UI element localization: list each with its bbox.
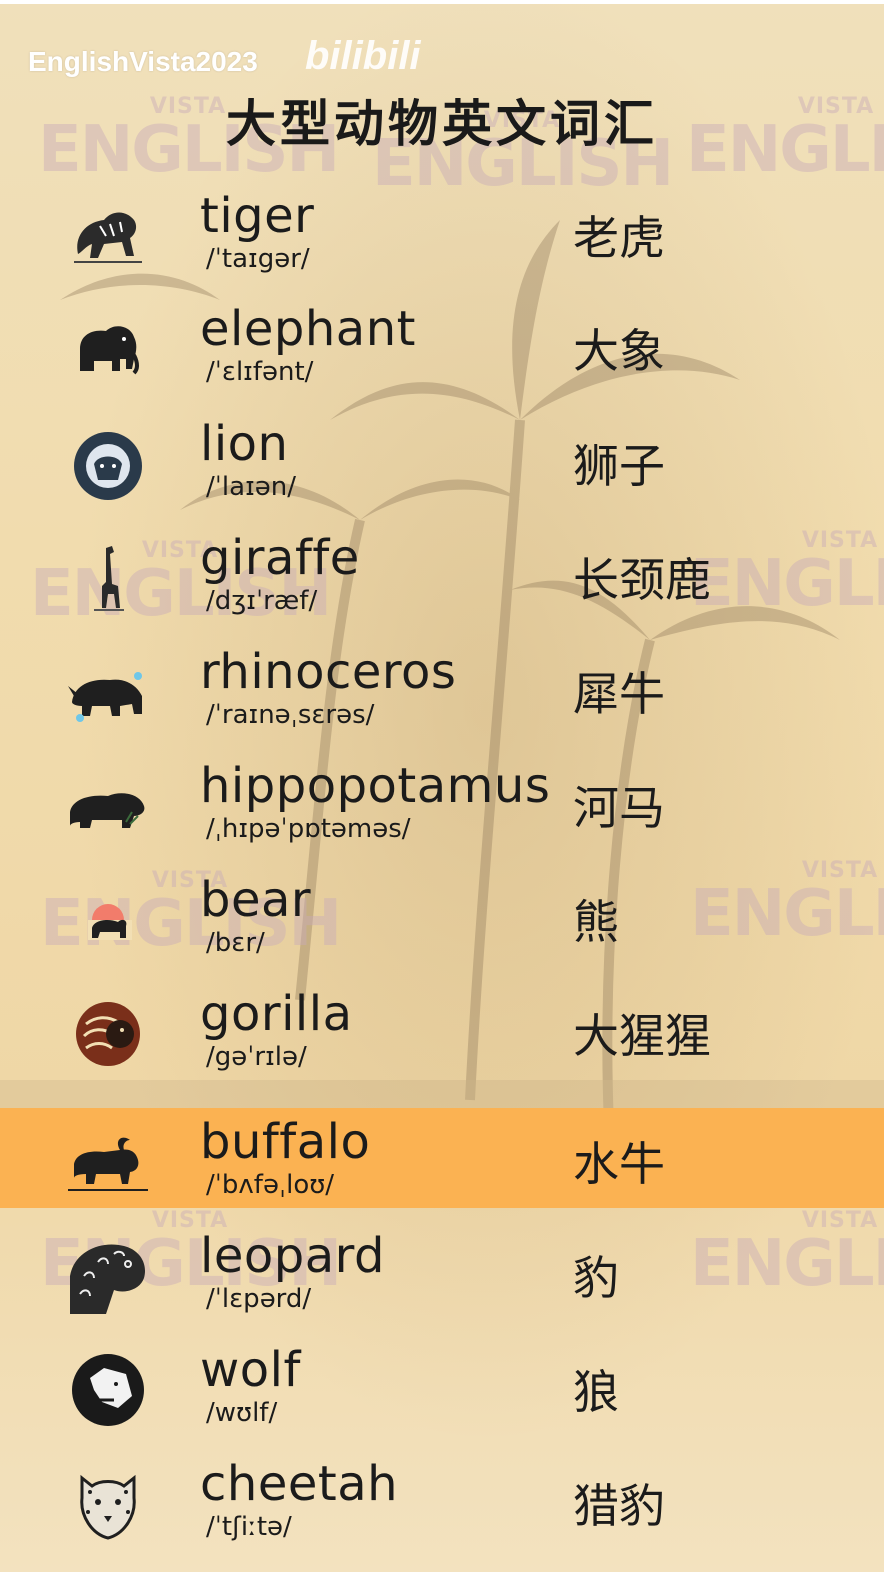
lion-icon (64, 424, 152, 504)
english-word: cheetah (200, 1456, 399, 1512)
gorilla-icon (64, 994, 152, 1074)
phonetic-transcription: /wʊlf/ (206, 1398, 278, 1428)
vocab-row-elephant[interactable]: elephant/ˈɛlɪfənt/大象 (0, 295, 884, 395)
hippopotamus-icon (64, 766, 152, 846)
english-word: bear (200, 872, 312, 928)
english-word: elephant (200, 301, 416, 357)
vocab-row-rhinoceros[interactable]: rhinoceros/ˈraɪnəˌsɛrəs/犀牛 (0, 638, 884, 738)
phonetic-transcription: /gəˈrɪlə/ (206, 1042, 307, 1072)
phonetic-transcription: /ˈbʌfəˌloʊ/ (206, 1170, 335, 1200)
chinese-translation: 猎豹 (573, 1479, 665, 1533)
chinese-translation: 水牛 (573, 1137, 665, 1191)
buffalo-icon (64, 1122, 152, 1202)
vocab-row-cheetah[interactable]: cheetah/ˈtʃiːtə/猎豹 (0, 1450, 884, 1550)
vocab-row-buffalo[interactable]: buffalo/ˈbʌfəˌloʊ/水牛 (0, 1108, 884, 1208)
phonetic-transcription: /bɛr/ (206, 928, 265, 958)
chinese-translation: 老虎 (573, 211, 665, 265)
chinese-translation: 豹 (573, 1251, 619, 1305)
leopard-icon (64, 1236, 152, 1316)
vocab-row-giraffe[interactable]: giraffe/dʒɪˈræf/长颈鹿 (0, 524, 884, 624)
vocab-row-wolf[interactable]: wolf/wʊlf/狼 (0, 1336, 884, 1436)
english-word: giraffe (200, 530, 360, 586)
english-word: hippopotamus (200, 758, 551, 814)
chinese-translation: 狮子 (573, 439, 665, 493)
english-word: wolf (200, 1342, 301, 1398)
bear-icon (64, 880, 152, 960)
chinese-translation: 狼 (573, 1365, 619, 1419)
wolf-icon (64, 1350, 152, 1430)
vocab-row-hippopotamus[interactable]: hippopotamus/ˌhɪpəˈpɒtəməs/河马 (0, 752, 884, 852)
chinese-translation: 犀牛 (573, 667, 665, 721)
english-word: gorilla (200, 986, 353, 1042)
english-word: buffalo (200, 1114, 371, 1170)
elephant-icon (64, 309, 152, 389)
phonetic-transcription: /ˈlaɪən/ (206, 472, 296, 502)
english-word: rhinoceros (200, 644, 457, 700)
tiger-icon (64, 196, 152, 276)
phonetic-transcription: /ˈtʃiːtə/ (206, 1512, 292, 1542)
channel-name: EnglishVista2023 (28, 46, 258, 77)
english-word: lion (200, 416, 289, 472)
phonetic-transcription: /ˈlɛpərd/ (206, 1284, 312, 1314)
vocab-row-tiger[interactable]: tiger/ˈtaɪgər/老虎 (0, 182, 884, 282)
phonetic-transcription: /ˈraɪnəˌsɛrəs/ (206, 700, 375, 730)
chinese-translation: 长颈鹿 (573, 553, 711, 607)
bilibili-logo: bilibili (305, 34, 421, 78)
chinese-translation: 大象 (573, 324, 665, 378)
chinese-translation: 熊 (573, 895, 619, 949)
vocab-row-bear[interactable]: bear/bɛr/熊 (0, 866, 884, 966)
english-word: tiger (200, 188, 315, 244)
cheetah-icon (64, 1464, 152, 1544)
chinese-translation: 河马 (573, 781, 665, 835)
page-title: 大型动物英文词汇 (226, 95, 658, 153)
phonetic-transcription: /ˈɛlɪfənt/ (206, 357, 314, 387)
phonetic-transcription: /ˌhɪpəˈpɒtəməs/ (206, 814, 411, 844)
giraffe-icon (64, 538, 152, 618)
chinese-translation: 大猩猩 (573, 1009, 711, 1063)
vocab-row-lion[interactable]: lion/ˈlaɪən/狮子 (0, 410, 884, 510)
vocab-row-gorilla[interactable]: gorilla/gəˈrɪlə/大猩猩 (0, 980, 884, 1080)
english-word: leopard (200, 1228, 385, 1284)
rhinoceros-icon (64, 652, 152, 732)
phonetic-transcription: /ˈtaɪgər/ (206, 244, 310, 274)
top-edge (0, 0, 884, 4)
vocab-row-leopard[interactable]: leopard/ˈlɛpərd/豹 (0, 1222, 884, 1322)
phonetic-transcription: /dʒɪˈræf/ (206, 586, 318, 616)
